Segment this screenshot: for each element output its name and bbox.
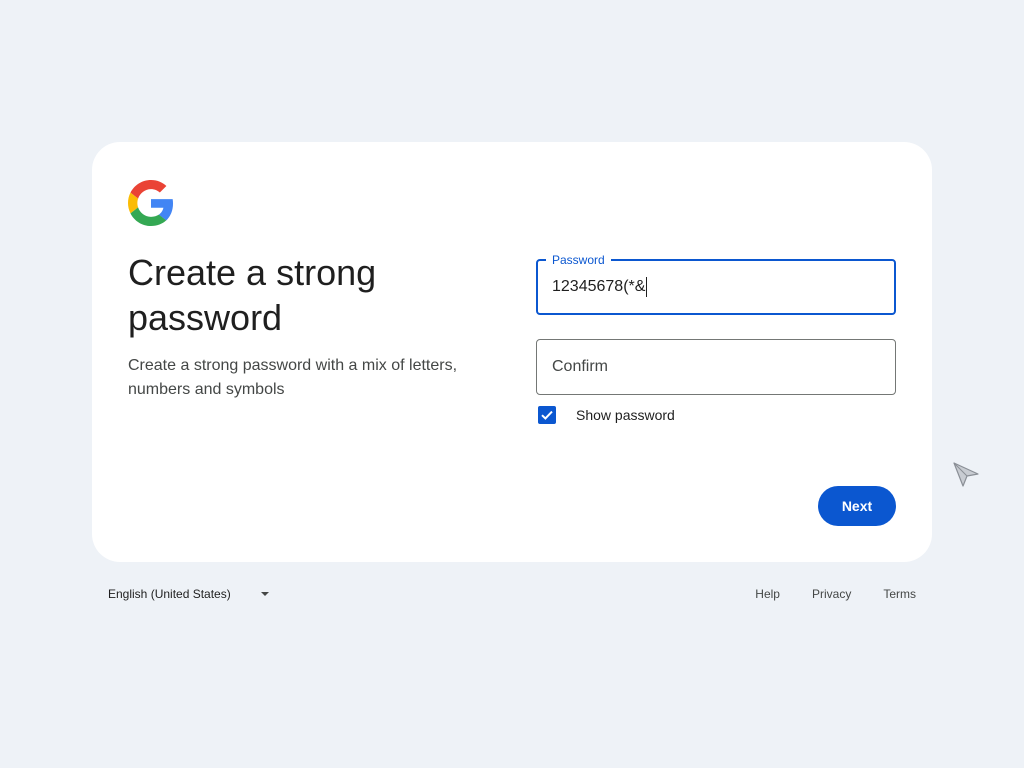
google-logo-icon [128,180,174,226]
privacy-link[interactable]: Privacy [812,587,851,601]
checkbox-checked-icon [541,410,553,420]
language-label: English (United States) [108,587,231,601]
password-field-value-wrap: 12345678(*& [552,261,648,313]
confirm-field-placeholder: Confirm [552,358,609,375]
mouse-cursor-icon [953,462,979,487]
page-subtitle: Create a strong password with a mix of l… [128,357,458,398]
language-selector[interactable]: English (United States) [108,584,269,604]
password-field-value: 12345678(*& [552,278,646,295]
page-title: Create a strong password [128,252,377,338]
text-caret [646,276,648,297]
confirm-field[interactable]: Confirm [536,339,896,395]
terms-link[interactable]: Terms [883,587,916,601]
footer-links: Help Privacy Terms [723,584,916,604]
signup-card: Create a strong password Create a strong… [92,142,932,562]
dropdown-caret-icon [260,592,269,596]
next-button[interactable]: Next [818,486,896,526]
show-password-label: Show password [576,407,675,423]
help-link[interactable]: Help [755,587,780,601]
show-password-row[interactable]: Show password [538,404,675,426]
password-field[interactable]: Password 12345678(*& [536,252,896,315]
show-password-checkbox[interactable] [538,406,556,424]
